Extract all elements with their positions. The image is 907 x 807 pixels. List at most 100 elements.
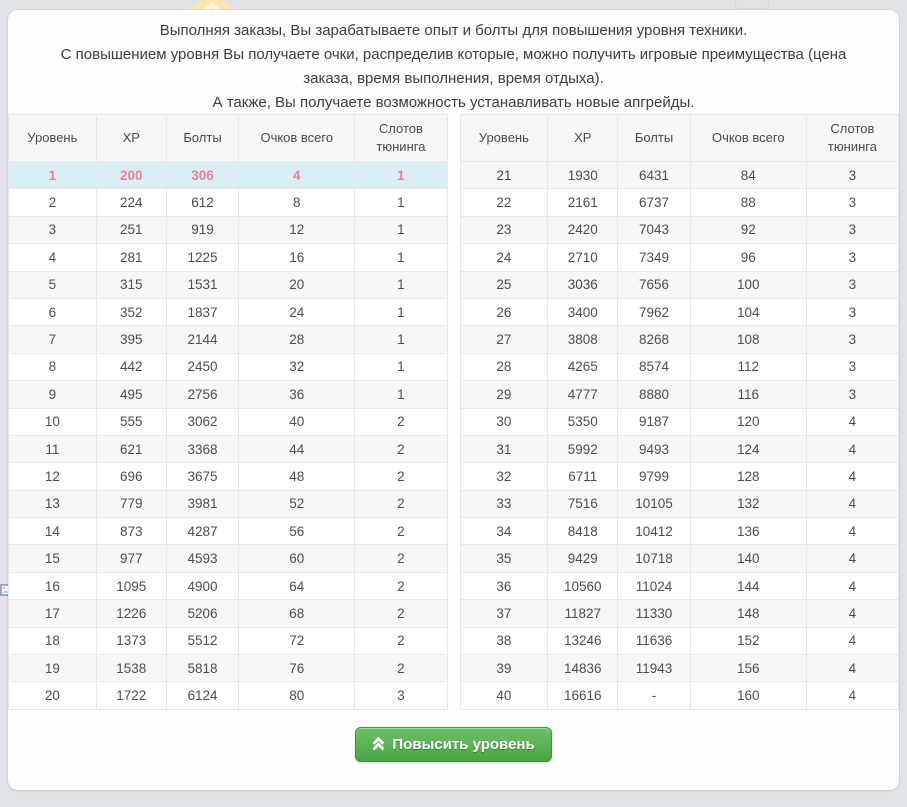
table-cell: 108 [690,326,806,353]
table-cell: 3062 [166,408,238,435]
table-cell: 20 [9,682,97,709]
level-up-button[interactable]: Повысить уровень [355,727,551,762]
table-cell: 1 [355,216,447,243]
table-cell: 9429 [548,545,618,572]
table-cell: 88 [690,189,806,216]
table-cell: 16616 [548,682,618,709]
table-cell: 8 [9,353,97,380]
table-cell: 44 [239,435,355,462]
table-cell: 26 [460,298,548,325]
table-cell: 14836 [548,655,618,682]
table-cell: 3400 [548,298,618,325]
table-cell: 1373 [96,627,166,654]
table-cell: 4 [9,244,97,271]
column-header: Слотов тюнинга [355,115,447,162]
table-cell: 6711 [548,463,618,490]
table-cell: 395 [96,326,166,353]
table-cell: 2 [355,490,447,517]
table-cell: 23 [460,216,548,243]
table-row: 2221616737883 [460,189,899,216]
table-cell: 4 [806,545,898,572]
table-cell: 72 [239,627,355,654]
table-cell: 20 [239,271,355,298]
table-cell: 96 [690,244,806,271]
table-cell: 80 [239,682,355,709]
table-cell: 4777 [548,381,618,408]
table-cell: 56 [239,518,355,545]
button-row: Повысить уровень [8,727,899,762]
table-cell: 12 [239,216,355,243]
table-cell: 3 [355,682,447,709]
table-cell: 160 [690,682,806,709]
intro-text: Выполняя заказы, Вы зарабатываете опыт и… [8,10,899,114]
table-cell: 3 [806,298,898,325]
table-cell: 4 [806,518,898,545]
table-cell: 5350 [548,408,618,435]
table-cell: 1 [355,244,447,271]
table-row: 94952756361 [9,381,448,408]
level-info-panel: Выполняя заказы, Вы зарабатываете опыт и… [8,10,899,790]
table-cell: 2 [355,435,447,462]
table-cell: 68 [239,600,355,627]
table-cell: 36 [239,381,355,408]
table-cell: 4900 [166,572,238,599]
table-cell: 8 [239,189,355,216]
table-cell: 3 [806,162,898,189]
table-cell: 495 [96,381,166,408]
table-cell: 7043 [618,216,690,243]
table-cell: 13 [9,490,97,517]
table-cell: 2420 [548,216,618,243]
table-cell: 2161 [548,189,618,216]
table-cell: 4 [806,655,898,682]
table-cell: 779 [96,490,166,517]
table-cell: 3368 [166,435,238,462]
table-cell: 112 [690,353,806,380]
table-cell: 37 [460,600,548,627]
column-header: XP [548,115,618,162]
table-cell: 18 [9,627,97,654]
table-cell: 27 [460,326,548,353]
table-cell: 28 [239,326,355,353]
intro-line-2: С повышением уровня Вы получаете очки, р… [34,43,873,91]
table-cell: 14 [9,518,97,545]
table-row: 126963675482 [9,463,448,490]
table-cell: 16 [239,244,355,271]
table-cell: 10105 [618,490,690,517]
table-cell: 120 [690,408,806,435]
table-cell: 15 [9,545,97,572]
table-cell: 7962 [618,298,690,325]
table-cell: 34 [460,518,548,545]
table-cell: 1531 [166,271,238,298]
background-artifact [735,0,769,9]
table-row: 29477788801163 [460,381,899,408]
table-row: 3251919121 [9,216,448,243]
table-cell: 2 [355,463,447,490]
table-cell: 132 [690,490,806,517]
table-cell: 24 [239,298,355,325]
table-cell: 4 [239,162,355,189]
table-cell: 251 [96,216,166,243]
table-cell: 4265 [548,353,618,380]
table-row: 30535091871204 [460,408,899,435]
table-row: 32671197991284 [460,463,899,490]
table-row: 1610954900642 [9,572,448,599]
table-cell: 2144 [166,326,238,353]
table-row: 3610560110241444 [460,572,899,599]
table-cell: 8574 [618,353,690,380]
table-cell: 5818 [166,655,238,682]
table-cell: 4 [806,682,898,709]
table-cell: 5206 [166,600,238,627]
table-cell: 6737 [618,189,690,216]
table-cell: 1 [9,162,97,189]
table-cell: 3 [806,216,898,243]
table-row: 3914836119431564 [460,655,899,682]
table-cell: 6 [9,298,97,325]
table-cell: 2756 [166,381,238,408]
table-cell: 2 [355,627,447,654]
table-row: 337516101051324 [460,490,899,517]
table-cell: 1 [355,326,447,353]
table-cell: 281 [96,244,166,271]
table-cell: 4 [806,435,898,462]
table-cell: 1 [355,298,447,325]
column-header: Слотов тюнинга [806,115,898,162]
